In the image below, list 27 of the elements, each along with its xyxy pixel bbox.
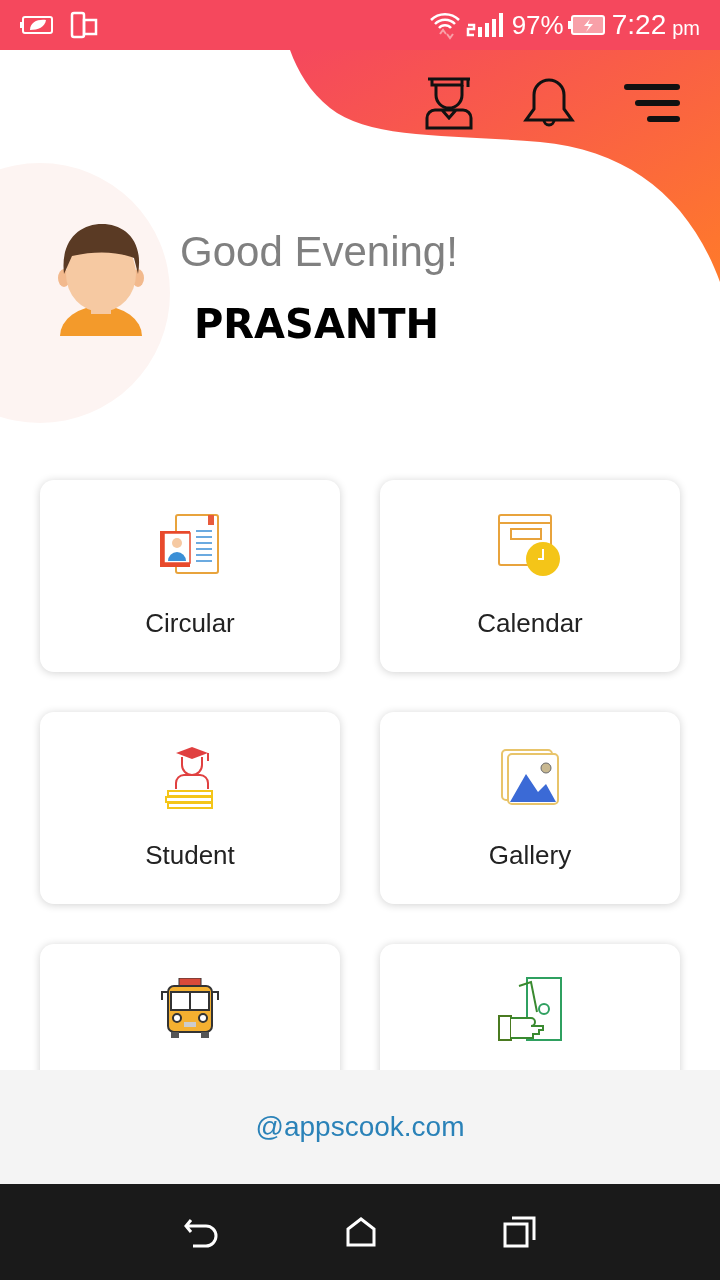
phone-screen-icon: [70, 11, 98, 39]
student-books-icon: [164, 745, 216, 809]
image-icon: [500, 748, 560, 806]
home-icon[interactable]: [345, 1216, 377, 1248]
tile-label: Calendar: [477, 607, 583, 640]
back-icon[interactable]: [183, 1216, 219, 1248]
tile-label: Circular: [145, 607, 235, 640]
menu-tile[interactable]: Student: [40, 712, 340, 904]
user-name: PRASANTH: [194, 300, 440, 349]
website-link[interactable]: @appscook.com: [255, 1106, 465, 1148]
greeting: Good Evening!: [180, 227, 458, 277]
battery-percent: 97%: [511, 8, 564, 42]
document-icon: [158, 513, 222, 577]
menu-tile[interactable]: Gallery: [380, 712, 680, 904]
bus-icon: [159, 978, 221, 1040]
tile-label: Student: [145, 839, 235, 872]
recent-apps-icon[interactable]: [503, 1215, 537, 1249]
battery-charging-icon: [567, 14, 606, 36]
menu-tile[interactable]: Calendar: [380, 480, 680, 672]
battery-saver-icon: [20, 15, 54, 35]
clock-meridiem: pm: [672, 16, 700, 41]
menu-icon[interactable]: [624, 83, 680, 123]
calendar-clock-icon: [497, 513, 563, 577]
tile-label: Gallery: [488, 839, 572, 872]
graduate-icon[interactable]: [424, 76, 474, 130]
menu-tile[interactable]: Circular: [40, 480, 340, 672]
clock-time: 7:22: [611, 8, 667, 42]
